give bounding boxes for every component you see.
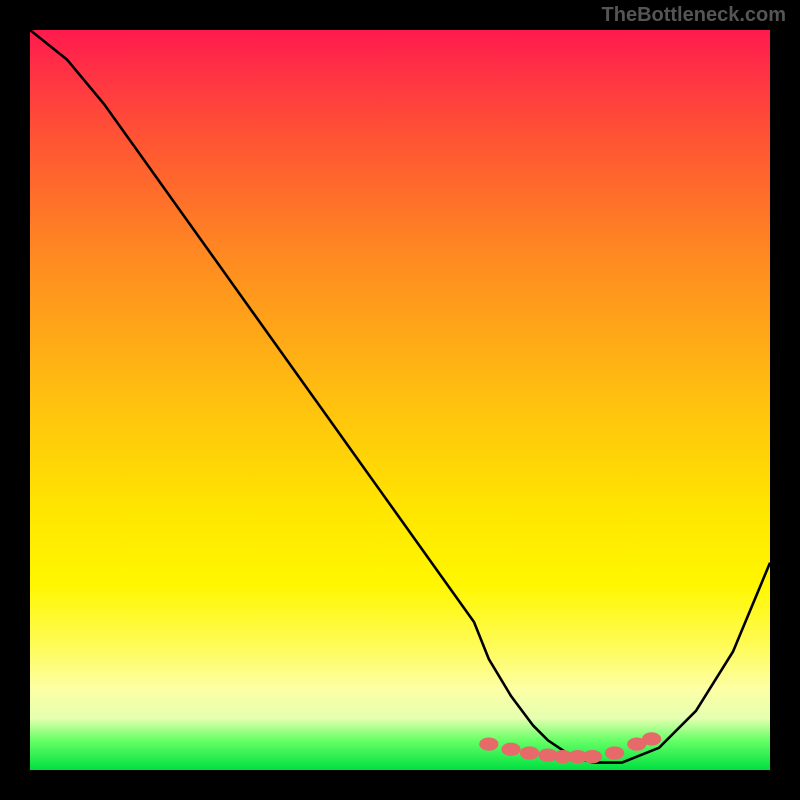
marker-dot — [479, 737, 498, 750]
chart-gradient-background — [30, 30, 770, 770]
marker-dot — [642, 732, 661, 745]
marker-dot — [501, 743, 520, 756]
marker-dot — [520, 746, 539, 759]
chart-svg — [30, 30, 770, 770]
watermark-text: TheBottleneck.com — [602, 4, 786, 27]
marker-dot — [605, 746, 624, 759]
bottleneck-curve — [30, 30, 770, 763]
marker-dot — [583, 750, 602, 763]
